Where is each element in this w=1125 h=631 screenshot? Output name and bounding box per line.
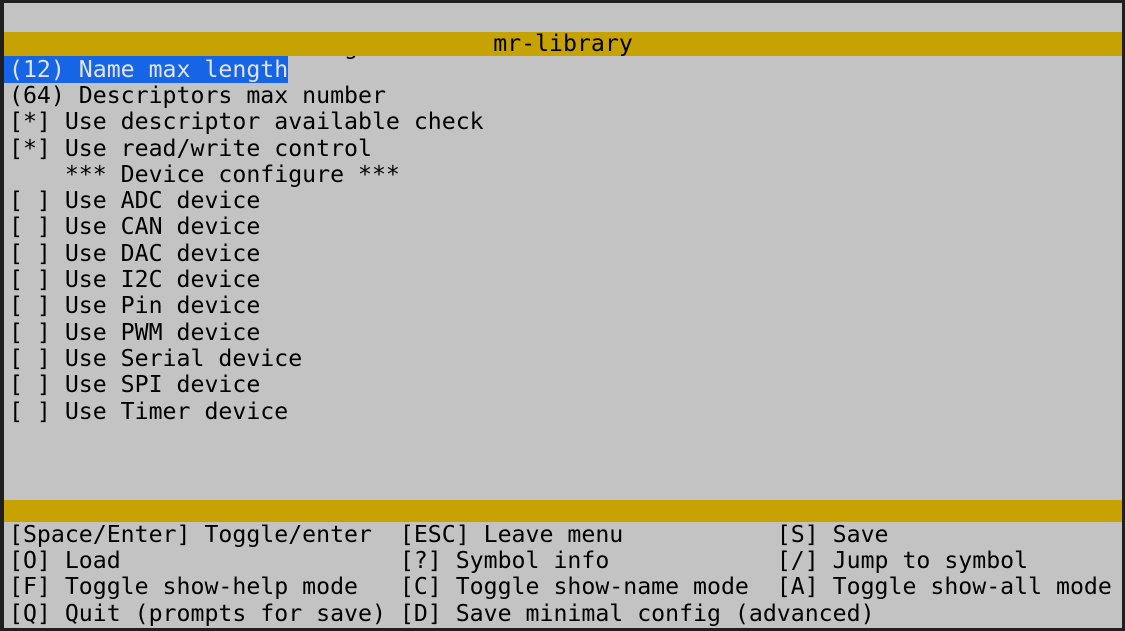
- menu-item-text: [*] Use read/write control: [4, 135, 372, 162]
- comment-text: *** Device configure ***: [4, 161, 400, 188]
- menu-item-use-i2c-device[interactable]: [ ] Use I2C device: [4, 266, 1122, 292]
- help-row-load-info-jump: [O] Load [?] Symbol info [/] Jump to sym…: [4, 548, 1122, 574]
- keyboard-shortcuts-help: [Space/Enter] Toggle/enter [ESC] Leave m…: [4, 522, 1122, 628]
- menu-item-descriptors-max-number[interactable]: (64) Descriptors max number: [4, 82, 1122, 108]
- menu-item-use-read-write-control[interactable]: [*] Use read/write control: [4, 135, 1122, 161]
- menu-item-use-timer-device[interactable]: [ ] Use Timer device: [4, 398, 1122, 424]
- menu-item-use-pin-device[interactable]: [ ] Use Pin device: [4, 293, 1122, 319]
- menu-item-text: [ ] Use I2C device: [4, 266, 260, 293]
- menu-list: (12) Name max length (64) Descriptors ma…: [4, 56, 1122, 424]
- menu-item-text: [ ] Use DAC device: [4, 240, 260, 267]
- selected-item-text: (12) Name max length: [4, 56, 288, 83]
- menu-item-use-serial-device[interactable]: [ ] Use Serial device: [4, 345, 1122, 371]
- menu-item-text: (64) Descriptors max number: [4, 82, 386, 109]
- breadcrumb: (Top) → Device configure: [4, 3, 1122, 32]
- menu-item-text: [ ] Use SPI device: [4, 371, 260, 398]
- menu-item-text: [ ] Use CAN device: [4, 213, 260, 240]
- menu-item-text: [ ] Use ADC device: [4, 187, 260, 214]
- app-title: mr-library: [493, 32, 633, 56]
- menu-item-text: [ ] Use Timer device: [4, 398, 288, 425]
- menu-item-text: [ ] Use Pin device: [4, 292, 260, 319]
- menu-item-use-can-device[interactable]: [ ] Use CAN device: [4, 214, 1122, 240]
- empty-area: [4, 424, 1122, 500]
- menu-item-use-pwm-device[interactable]: [ ] Use PWM device: [4, 319, 1122, 345]
- menu-item-text: [*] Use descriptor available check: [4, 108, 484, 135]
- menu-comment-device-configure: *** Device configure ***: [4, 161, 1122, 187]
- menu-item-use-spi-device[interactable]: [ ] Use SPI device: [4, 372, 1122, 398]
- menu-item-use-dac-device[interactable]: [ ] Use DAC device: [4, 240, 1122, 266]
- help-row-toggle-leave-save: [Space/Enter] Toggle/enter [ESC] Leave m…: [4, 522, 1122, 548]
- menu-item-text: [ ] Use Serial device: [4, 345, 302, 372]
- menu-item-text: [ ] Use PWM device: [4, 319, 260, 346]
- separator-bar: [4, 500, 1122, 522]
- help-row-quit-save-minimal: [Q] Quit (prompts for save) [D] Save min…: [4, 601, 1122, 627]
- menu-item-use-adc-device[interactable]: [ ] Use ADC device: [4, 187, 1122, 213]
- menuconfig-window: (Top) → Device configure mr-library (12)…: [0, 0, 1125, 631]
- help-row-mode-toggles: [F] Toggle show-help mode [C] Toggle sho…: [4, 574, 1122, 600]
- title-bar: mr-library: [4, 32, 1122, 56]
- menu-item-name-max-length[interactable]: (12) Name max length: [4, 56, 1122, 82]
- menu-item-use-descriptor-available-check[interactable]: [*] Use descriptor available check: [4, 109, 1122, 135]
